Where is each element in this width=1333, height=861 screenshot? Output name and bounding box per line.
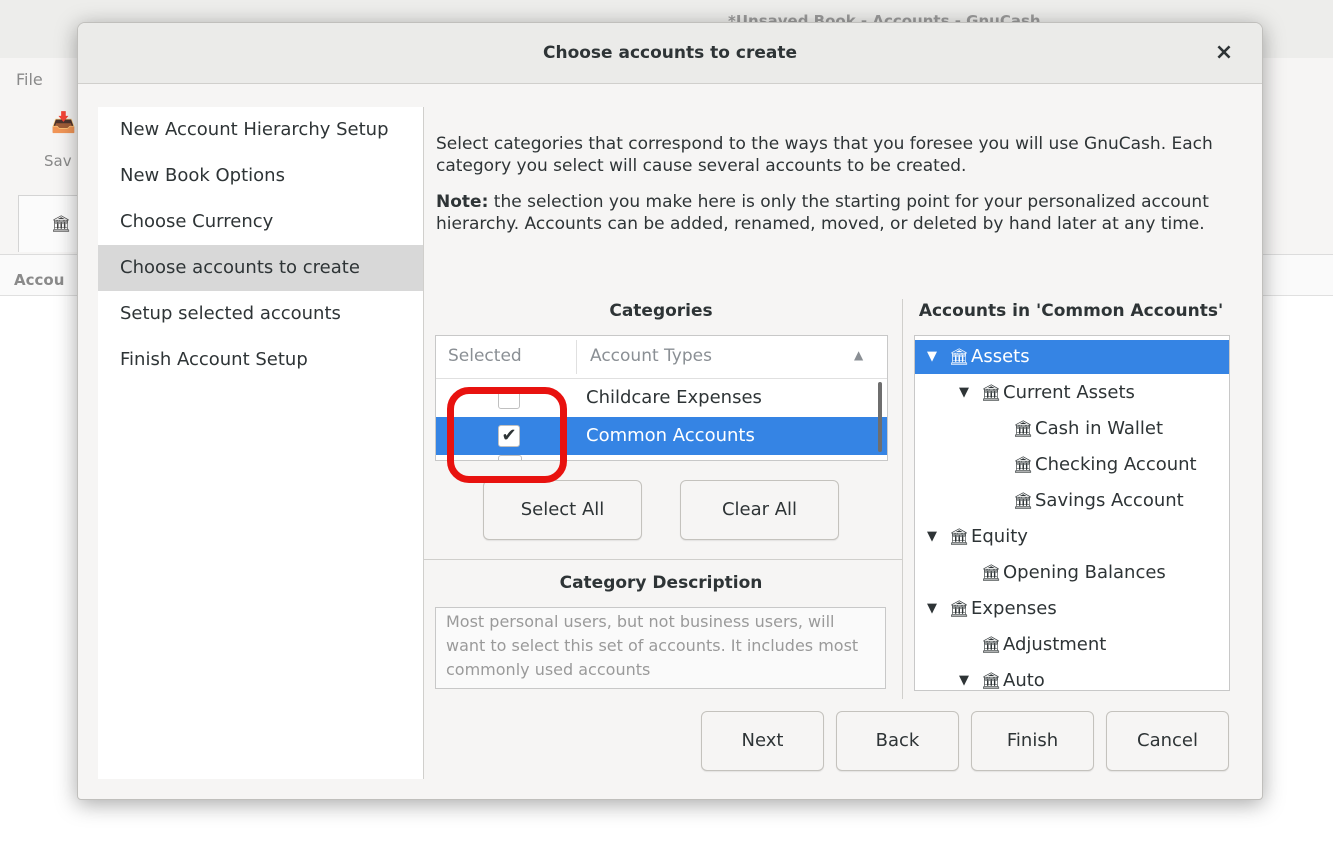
column-account-name[interactable]: Accou [14,271,64,289]
next-button[interactable]: Next [701,711,824,771]
expander-arrow-icon[interactable]: ▼ [927,520,937,554]
account-tree-row[interactable]: 🏛 Cash in Wallet [915,412,1229,446]
close-icon[interactable]: × [1208,37,1240,69]
account-label: Opening Balances [1003,562,1166,583]
categories-title: Categories [609,301,713,321]
account-tree-row[interactable]: ▼ 🏛 Assets [915,340,1229,374]
account-bank-icon: 🏛 [981,671,1002,690]
account-label: Current Assets [1003,382,1135,403]
save-button-label[interactable]: Sav [44,152,72,170]
step-choose-accounts: Choose accounts to create [98,245,423,291]
categories-header: Selected Account Types ▲ [436,336,887,379]
back-button[interactable]: Back [836,711,959,771]
step-new-account-hierarchy-setup: New Account Hierarchy Setup [120,119,389,140]
account-bank-icon: 🏛 [981,635,1002,654]
account-tree-row[interactable]: ▼ 🏛 Expenses [915,592,1229,626]
selection-highlight-ring [447,387,567,483]
category-description-text: Most personal users, but not business us… [435,607,886,689]
account-label: Cash in Wallet [1035,418,1164,439]
choose-accounts-dialog: Choose accounts to create × New Account … [77,22,1263,800]
category-name: Childcare Expenses [586,387,762,408]
menu-file[interactable]: File [16,70,43,89]
account-bank-icon: 🏛 [981,383,1002,402]
column-selected[interactable]: Selected [448,346,522,366]
column-divider [576,340,577,374]
category-description-title: Category Description [559,573,763,593]
intro-text: Select categories that correspond to the… [436,134,1213,176]
step-finish-account-setup: Finish Account Setup [120,349,308,370]
accounts-tab-icon: 🏛 [51,214,72,233]
column-account-types[interactable]: Account Types [590,346,712,366]
account-label: Checking Account [1035,454,1197,475]
finish-button[interactable]: Finish [971,711,1094,771]
expander-arrow-icon[interactable]: ▼ [927,592,937,626]
sidebar-divider [423,107,424,779]
expander-arrow-icon[interactable]: ▼ [959,664,969,690]
account-tree-row[interactable]: ▼ 🏛 Auto [915,664,1229,691]
account-bank-icon: 🏛 [1013,419,1034,438]
sort-ascending-icon: ▲ [854,348,864,362]
account-tree-row[interactable]: 🏛 Checking Account [915,448,1229,482]
expander-arrow-icon[interactable]: ▼ [959,376,969,410]
assistant-steps-sidebar: New Account Hierarchy Setup New Book Opt… [98,107,423,779]
cancel-button[interactable]: Cancel [1106,711,1229,771]
account-label: Expenses [971,598,1057,619]
account-bank-icon: 🏛 [949,347,970,366]
account-bank-icon: 🏛 [1013,455,1034,474]
account-label: Assets [971,346,1030,367]
save-icon[interactable]: 📥 [51,110,76,134]
account-bank-icon: 🏛 [949,527,970,546]
note-text: the selection you make here is only the … [436,192,1209,234]
account-tree-row[interactable]: 🏛 Savings Account [915,484,1229,518]
section-divider [423,559,903,560]
dialog-title: Choose accounts to create [542,43,798,63]
note-paragraph: Note: the selection you make here is onl… [436,191,1236,235]
account-label: Adjustment [1003,634,1107,655]
step-choose-currency: Choose Currency [120,211,274,232]
account-tree-row[interactable]: ▼ 🏛 Equity [915,520,1229,554]
note-label: Note: [436,192,489,212]
accounts-tree-title: Accounts in 'Common Accounts' [918,301,1224,321]
account-bank-icon: 🏛 [1013,491,1034,510]
categories-scrollbar[interactable] [878,382,882,452]
category-name: Common Accounts [586,425,755,446]
account-tree-row[interactable]: ▼ 🏛 Current Assets [915,376,1229,410]
account-label: Savings Account [1035,490,1184,511]
account-label: Equity [971,526,1028,547]
step-new-book-options: New Book Options [120,165,285,186]
account-bank-icon: 🏛 [981,563,1002,582]
account-tree-row[interactable]: 🏛 Adjustment [915,628,1229,662]
step-setup-selected-accounts: Setup selected accounts [120,303,341,324]
accounts-divider [902,299,903,699]
account-tree-row[interactable]: 🏛 Opening Balances [915,556,1229,590]
accounts-tree[interactable]: ▼ 🏛 Assets ▼ 🏛 Current Assets 🏛 Cash in Wallet 🏛… [914,335,1230,691]
clear-all-button[interactable]: Clear All [680,480,839,540]
account-label: Auto [1003,670,1045,691]
expander-arrow-icon[interactable]: ▼ [927,340,937,374]
intro-text-block: Select categories that correspond to the… [436,133,1236,235]
account-bank-icon: 🏛 [949,599,970,618]
select-all-button[interactable]: Select All [483,480,642,540]
